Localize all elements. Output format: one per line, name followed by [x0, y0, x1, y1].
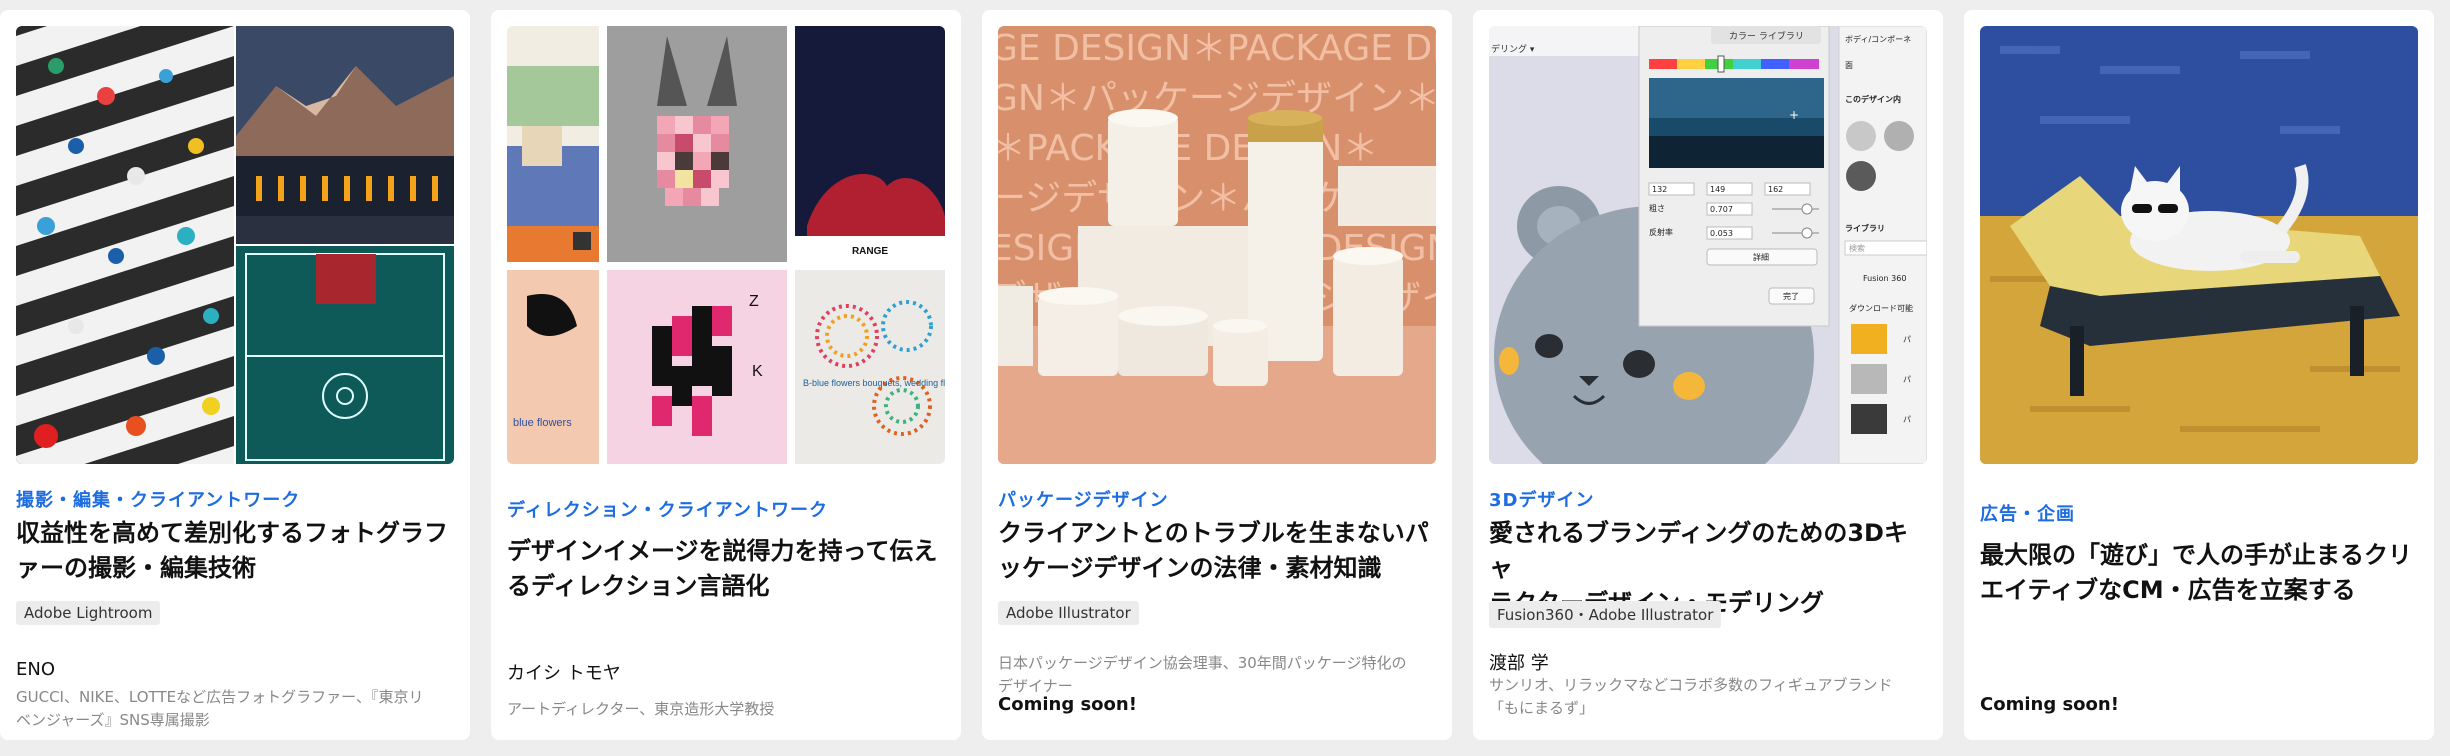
instructor-name: ENO	[16, 659, 56, 680]
material-label: パ	[1903, 335, 1911, 344]
description-line: GUCCI、NIKE、LOTTEなど広告フォトグラファー、『東京リ	[16, 688, 424, 706]
description-line: 日本パッケージデザイン協会理事、30年間パッケージ特化の	[998, 654, 1407, 672]
course-thumbnail[interactable]	[16, 26, 454, 464]
reflectance-label: 反射率	[1649, 227, 1673, 237]
face-label: 面	[1845, 61, 1853, 70]
course-card-package[interactable]: GE DESIGN＊PACKAGE DESIGN GN＊パッケージデザイン＊ ＊…	[982, 10, 1452, 740]
course-category: パッケージデザイン	[998, 490, 1169, 511]
course-title[interactable]: 最大限の「遊び」で人の手が止まるクリ エイティブなCM・広告を立案する	[1980, 538, 2418, 608]
course-category: 撮影・編集・クライアントワーク	[16, 490, 301, 511]
course-title[interactable]: 収益性を高めて差別化するフォトグラフ ァーの撮影・編集技術	[16, 516, 454, 586]
instructor-name: 渡部 学	[1489, 653, 1549, 674]
bouquet-text: B-blue flowers bouquets, wedding flowers…	[803, 378, 945, 388]
course-card-photography[interactable]: 撮影・編集・クライアントワーク 収益性を高めて差別化するフォトグラフ ァーの撮影…	[0, 10, 470, 740]
description-line: アートディレクター、東京造形大学教授	[507, 700, 775, 718]
material-label: パ	[1903, 375, 1911, 384]
instructor-description: アートディレクター、東京造形大学教授	[507, 698, 945, 721]
instructor-description: GUCCI、NIKE、LOTTEなど広告フォトグラファー、『東京リ ベンジャーズ…	[16, 686, 454, 732]
course-title-line: ッケージデザインの法律・素材知識	[998, 554, 1382, 582]
done-button[interactable]: 完了	[1783, 291, 1799, 301]
course-category: 3Dデザイン	[1489, 490, 1595, 511]
roughness-value[interactable]: 0.707	[1710, 205, 1733, 214]
course-thumbnail[interactable]: デリング ▾ カラー ライブラリ + 132 149 162 粗さ 0.707 …	[1489, 26, 1927, 464]
instructor-description: 日本パッケージデザイン協会理事、30年間パッケージ特化の デザイナー	[998, 652, 1436, 698]
course-title-line: ァーの撮影・編集技術	[16, 554, 256, 582]
course-title-line: 収益性を高めて差別化するフォトグラフ	[16, 519, 448, 547]
rendering-menu: デリング ▾	[1491, 43, 1535, 55]
course-thumbnail[interactable]	[1980, 26, 2418, 464]
course-card-row: 撮影・編集・クライアントワーク 収益性を高めて差別化するフォトグラフ ァーの撮影…	[0, 0, 2450, 756]
description-line: サンリオ、リラックマなどコラボ多数のフィギュアブランド	[1489, 676, 1893, 694]
detail-button[interactable]: 詳細	[1753, 252, 1769, 262]
library-label: ライブラリ	[1845, 223, 1885, 233]
course-category: ディレクション・クライアントワーク	[507, 500, 829, 521]
cat-painting-image	[1980, 26, 2418, 464]
description-line: 「もにまるず」	[1489, 699, 1595, 717]
course-title-line: デザインイメージを説得力を持って伝え	[507, 537, 938, 565]
fusion-library-label: Fusion 360	[1863, 274, 1906, 283]
color-library-button[interactable]: カラー ライブラリ	[1729, 30, 1804, 42]
course-title[interactable]: デザインイメージを説得力を持って伝え るディレクション言語化	[507, 534, 945, 604]
course-title[interactable]: クライアントとのトラブルを生まないパ ッケージデザインの法律・素材知識	[998, 516, 1436, 586]
material-label: パ	[1903, 415, 1911, 424]
roughness-label: 粗さ	[1649, 203, 1665, 213]
software-tag: Adobe Lightroom	[16, 601, 161, 625]
coming-soon-label: Coming soon!	[998, 694, 1137, 715]
description-line: ベンジャーズ』SNS専属撮影	[16, 711, 210, 729]
instructor-description: サンリオ、リラックマなどコラボ多数のフィギュアブランド 「もにまるず」	[1489, 674, 1927, 720]
course-title-line: 最大限の「遊び」で人の手が止まるクリ	[1980, 541, 2412, 569]
reflectance-value[interactable]: 0.053	[1710, 229, 1733, 238]
course-title-line: 愛されるブランディングのための3Dキャ	[1489, 519, 1908, 582]
library-search-input[interactable]: 検索	[1849, 243, 1865, 253]
poster-collage-image: RANGE blue flowers Z K B-blue flowers bo…	[507, 26, 945, 464]
course-card-direction[interactable]: RANGE blue flowers Z K B-blue flowers bo…	[491, 10, 961, 740]
package-design-image: GE DESIGN＊PACKAGE DESIGN GN＊パッケージデザイン＊ ＊…	[998, 26, 1436, 464]
course-category: 広告・企画	[1980, 504, 2075, 525]
red-value[interactable]: 132	[1652, 185, 1667, 194]
pattern-text: GN＊パッケージデザイン＊	[998, 78, 1436, 119]
course-title-line: クライアントとのトラブルを生まないパ	[998, 519, 1429, 547]
course-thumbnail[interactable]: RANGE blue flowers Z K B-blue flowers bo…	[507, 26, 945, 464]
coming-soon-label: Coming soon!	[1980, 694, 2119, 715]
software-tag: Fusion360・Adobe Illustrator	[1489, 601, 1722, 628]
range-label: RANGE	[852, 246, 888, 257]
software-tag: Adobe Illustrator	[998, 601, 1139, 625]
course-title-line: るディレクション言語化	[507, 572, 770, 600]
instructor-name: カイシ トモヤ	[507, 663, 621, 684]
course-card-advertising[interactable]: 広告・企画 最大限の「遊び」で人の手が止まるクリ エイティブなCM・広告を立案す…	[1964, 10, 2434, 740]
green-value[interactable]: 149	[1710, 185, 1725, 194]
z-label: Z	[749, 293, 759, 310]
course-title-line: エイティブなCM・広告を立案する	[1980, 576, 2356, 604]
downloadable-label: ダウンロード可能	[1849, 303, 1913, 313]
body-component-label: ボディ/コンポーネ	[1845, 34, 1911, 44]
crosshair-icon: +	[1789, 108, 1799, 122]
photo-collage-image	[16, 26, 454, 464]
blue-value[interactable]: 162	[1768, 185, 1783, 194]
k-label: K	[752, 363, 763, 380]
pattern-text: GE DESIGN＊PACKAGE DESIGN	[998, 28, 1436, 69]
blue-flowers-label: blue flowers	[513, 417, 572, 429]
course-thumbnail[interactable]: GE DESIGN＊PACKAGE DESIGN GN＊パッケージデザイン＊ ＊…	[998, 26, 1436, 464]
in-design-label: このデザイン内	[1845, 94, 1901, 104]
3d-modeling-screenshot: デリング ▾ カラー ライブラリ + 132 149 162 粗さ 0.707 …	[1489, 26, 1927, 464]
course-card-3d[interactable]: デリング ▾ カラー ライブラリ + 132 149 162 粗さ 0.707 …	[1473, 10, 1943, 740]
